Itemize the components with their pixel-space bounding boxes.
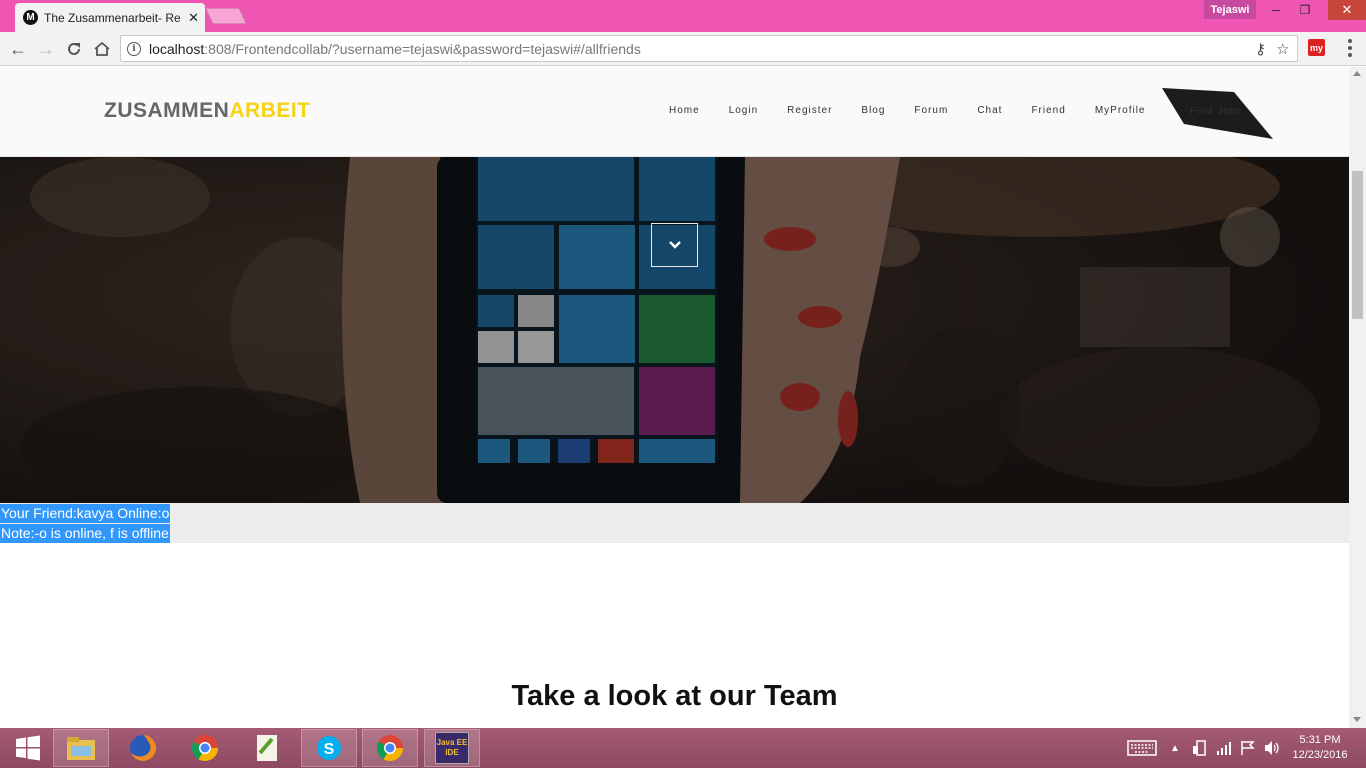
back-icon[interactable]: ←	[6, 37, 30, 61]
forward-icon[interactable]: →	[34, 37, 58, 61]
tab-title: The Zusammenarbeit- Re	[44, 10, 181, 25]
extension-icon[interactable]: my	[1308, 39, 1325, 56]
svg-text:S: S	[324, 741, 335, 758]
clock-time: 5:31 PM	[1299, 734, 1341, 746]
team-heading-plain: Take a look at	[511, 680, 710, 712]
volume-icon[interactable]	[1263, 728, 1281, 768]
start-button[interactable]	[0, 729, 56, 767]
show-hidden-icons[interactable]: ▲	[1170, 728, 1180, 768]
team-heading: Take a look at our Team	[0, 680, 1349, 713]
chrome-icon	[376, 735, 404, 762]
find-jobs-label: Find Jobs	[1190, 106, 1243, 117]
nav-friend[interactable]: Friend	[1031, 105, 1065, 116]
friends-status-panel: Your Friend:kavya Online:o Note:-o is on…	[0, 503, 1349, 543]
notepad-icon	[257, 735, 277, 761]
hero-banner	[0, 157, 1349, 503]
site-logo[interactable]: ZUSAMMENARBEIT	[104, 99, 311, 123]
logo-part-2: ARBEIT	[229, 99, 311, 122]
taskbar-java-ide[interactable]: Java EE IDE	[424, 729, 480, 767]
action-center-flag-icon[interactable]	[1240, 728, 1256, 768]
nav-chat[interactable]: Chat	[977, 105, 1002, 116]
taskbar-skype[interactable]: S	[301, 729, 357, 767]
reload-icon[interactable]	[62, 37, 86, 61]
taskbar-chrome-1[interactable]	[177, 729, 233, 767]
new-tab-button[interactable]	[205, 8, 247, 24]
nav-home[interactable]: Home	[669, 105, 700, 116]
profile-button[interactable]: Tejaswi	[1204, 0, 1256, 19]
page-viewport: ZUSAMMENARBEIT Home Login Register Blog …	[0, 67, 1349, 728]
browser-toolbar: ← → i localhost:808/Frontendcollab/?user…	[0, 32, 1366, 66]
status-note-text: Note:-o is online, f is offline	[0, 524, 170, 543]
clock-date: 12/23/2016	[1292, 749, 1348, 761]
url-path: :808/Frontendcollab/?username=tejaswi&pa…	[204, 40, 641, 57]
keyboard-icon[interactable]	[1127, 728, 1157, 768]
taskbar-firefox[interactable]	[115, 729, 171, 767]
scrollbar-thumb[interactable]	[1352, 171, 1363, 319]
close-window-icon[interactable]: ✕	[1328, 0, 1366, 20]
taskbar-notepad-plus[interactable]	[239, 729, 295, 767]
team-heading-bold: our Team	[709, 680, 838, 712]
close-tab-icon[interactable]: ✕	[188, 10, 199, 26]
scroll-down-icon[interactable]	[1353, 717, 1361, 722]
windows-logo-icon	[16, 735, 40, 761]
hero-photo	[0, 157, 1349, 503]
folder-icon	[67, 737, 95, 760]
taskbar-chrome-2[interactable]	[362, 729, 418, 767]
find-jobs-button[interactable]: Find Jobs	[1162, 88, 1273, 139]
home-icon[interactable]	[90, 37, 114, 61]
restore-icon[interactable]: ❐	[1291, 0, 1319, 20]
taskbar-file-explorer[interactable]	[53, 729, 109, 767]
main-nav: Home Login Register Blog Forum Chat Frie…	[669, 105, 1175, 116]
nav-register[interactable]: Register	[787, 105, 832, 116]
browser-titlebar: M The Zusammenarbeit- Re ✕ Tejaswi ─ ❐ ✕	[0, 0, 1366, 32]
browser-menu-icon[interactable]	[1340, 37, 1360, 59]
system-clock[interactable]: 5:31 PM 12/23/2016	[1290, 733, 1350, 763]
friend-status-text: Your Friend:kavya Online:o	[0, 504, 171, 523]
bookmark-star-icon[interactable]: ☆	[1276, 40, 1289, 58]
address-bar[interactable]: i localhost:808/Frontendcollab/?username…	[120, 35, 1298, 62]
skype-icon: S	[317, 736, 341, 760]
site-header: ZUSAMMENARBEIT Home Login Register Blog …	[0, 67, 1349, 157]
firefox-icon	[130, 735, 156, 761]
browser-tab[interactable]: M The Zusammenarbeit- Re ✕	[15, 3, 205, 32]
nav-myprofile[interactable]: MyProfile	[1095, 105, 1146, 116]
minimize-icon[interactable]: ─	[1262, 0, 1290, 20]
site-favicon-icon: M	[23, 10, 38, 25]
nav-login[interactable]: Login	[729, 105, 758, 116]
java-ee-ide-icon: Java EE IDE	[435, 732, 469, 764]
url-host: localhost	[149, 40, 205, 57]
site-info-icon[interactable]: i	[127, 41, 141, 56]
network-icon[interactable]	[1216, 728, 1232, 768]
scroll-down-button[interactable]	[651, 223, 698, 267]
windows-taskbar: S Java EE IDE ▲ 5:31 PM 12/23/2016	[0, 728, 1366, 768]
nav-blog[interactable]: Blog	[861, 105, 885, 116]
chevron-down-icon	[668, 241, 681, 249]
nav-forum[interactable]: Forum	[914, 105, 948, 116]
chrome-icon	[191, 735, 219, 762]
page-scrollbar[interactable]	[1349, 67, 1366, 728]
device-icon[interactable]	[1192, 728, 1208, 768]
key-icon[interactable]: ⚷	[1255, 40, 1266, 58]
logo-part-1: ZUSAMMEN	[104, 99, 230, 122]
scroll-up-icon[interactable]	[1353, 71, 1361, 76]
